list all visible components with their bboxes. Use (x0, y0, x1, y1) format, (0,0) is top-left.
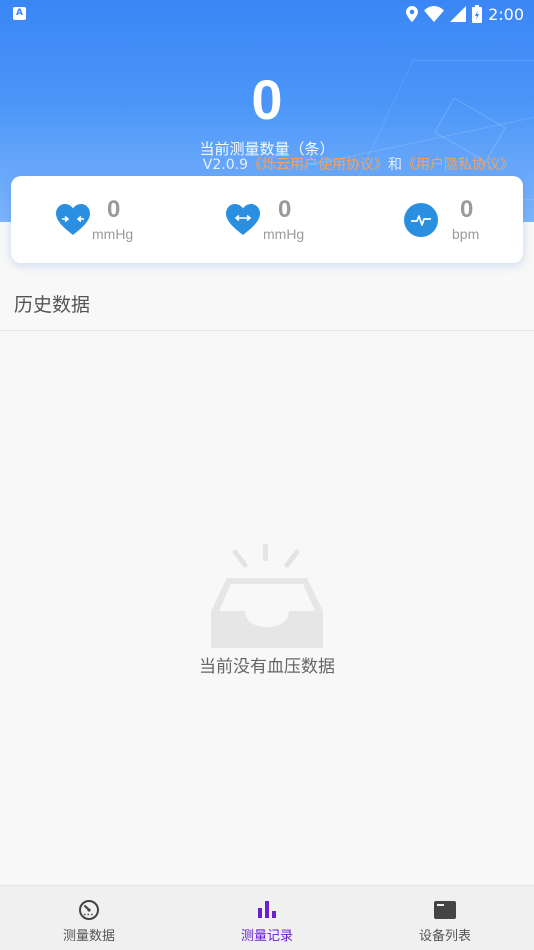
divider (0, 330, 534, 331)
bar-chart-icon (258, 901, 276, 918)
and-text: 和 (388, 157, 402, 173)
pulse-value: 0 (460, 196, 474, 223)
diastolic-value: 0 (278, 196, 292, 223)
heart-pressure-out-icon (226, 204, 260, 235)
systolic-value: 0 (107, 196, 121, 223)
notification-icon: A (13, 7, 26, 20)
privacy-agreement-link[interactable]: 《用户隐私协议》 (402, 157, 514, 173)
pulse-unit: bpm (452, 226, 480, 242)
nav-item-measure-records[interactable]: 测量记录 (178, 886, 356, 950)
measurement-count: 0 (251, 68, 283, 131)
user-agreement-link[interactable]: 《烁云用户使用协议》 (248, 157, 388, 173)
nav-label: 测量数据 (62, 929, 115, 944)
pulse-icon (404, 203, 438, 237)
diastolic-unit: mmHg (263, 226, 305, 242)
version-line: V2.0.9《烁云用户使用协议》和《用户隐私协议》 (203, 154, 514, 174)
history-title: 历史数据 (14, 294, 91, 316)
battery-icon (472, 5, 483, 23)
empty-state-text: 当前没有血压数据 (199, 657, 335, 677)
systolic-unit: mmHg (92, 226, 134, 242)
status-bar: A 2:00 (0, 0, 534, 28)
bottom-navigation: 测量数据 测量记录 设备列表 (0, 885, 534, 950)
nav-label: 设备列表 (418, 929, 471, 944)
nav-item-device-list[interactable]: 设备列表 (356, 886, 534, 950)
gauge-icon (79, 900, 99, 920)
location-icon (406, 6, 419, 22)
wifi-icon (424, 6, 445, 22)
empty-inbox-icon (211, 544, 323, 648)
heart-pressure-in-icon (56, 204, 90, 235)
version-text: V2.0.9 (202, 157, 248, 173)
nav-item-measure-data[interactable]: 测量数据 (0, 886, 178, 950)
clock: 2:00 (488, 4, 524, 24)
signal-icon (450, 6, 467, 22)
nav-label: 测量记录 (240, 929, 293, 944)
metrics-card: 0 mmHg 0 mmHg 0 bpm (11, 176, 523, 263)
device-list-icon (434, 901, 456, 919)
